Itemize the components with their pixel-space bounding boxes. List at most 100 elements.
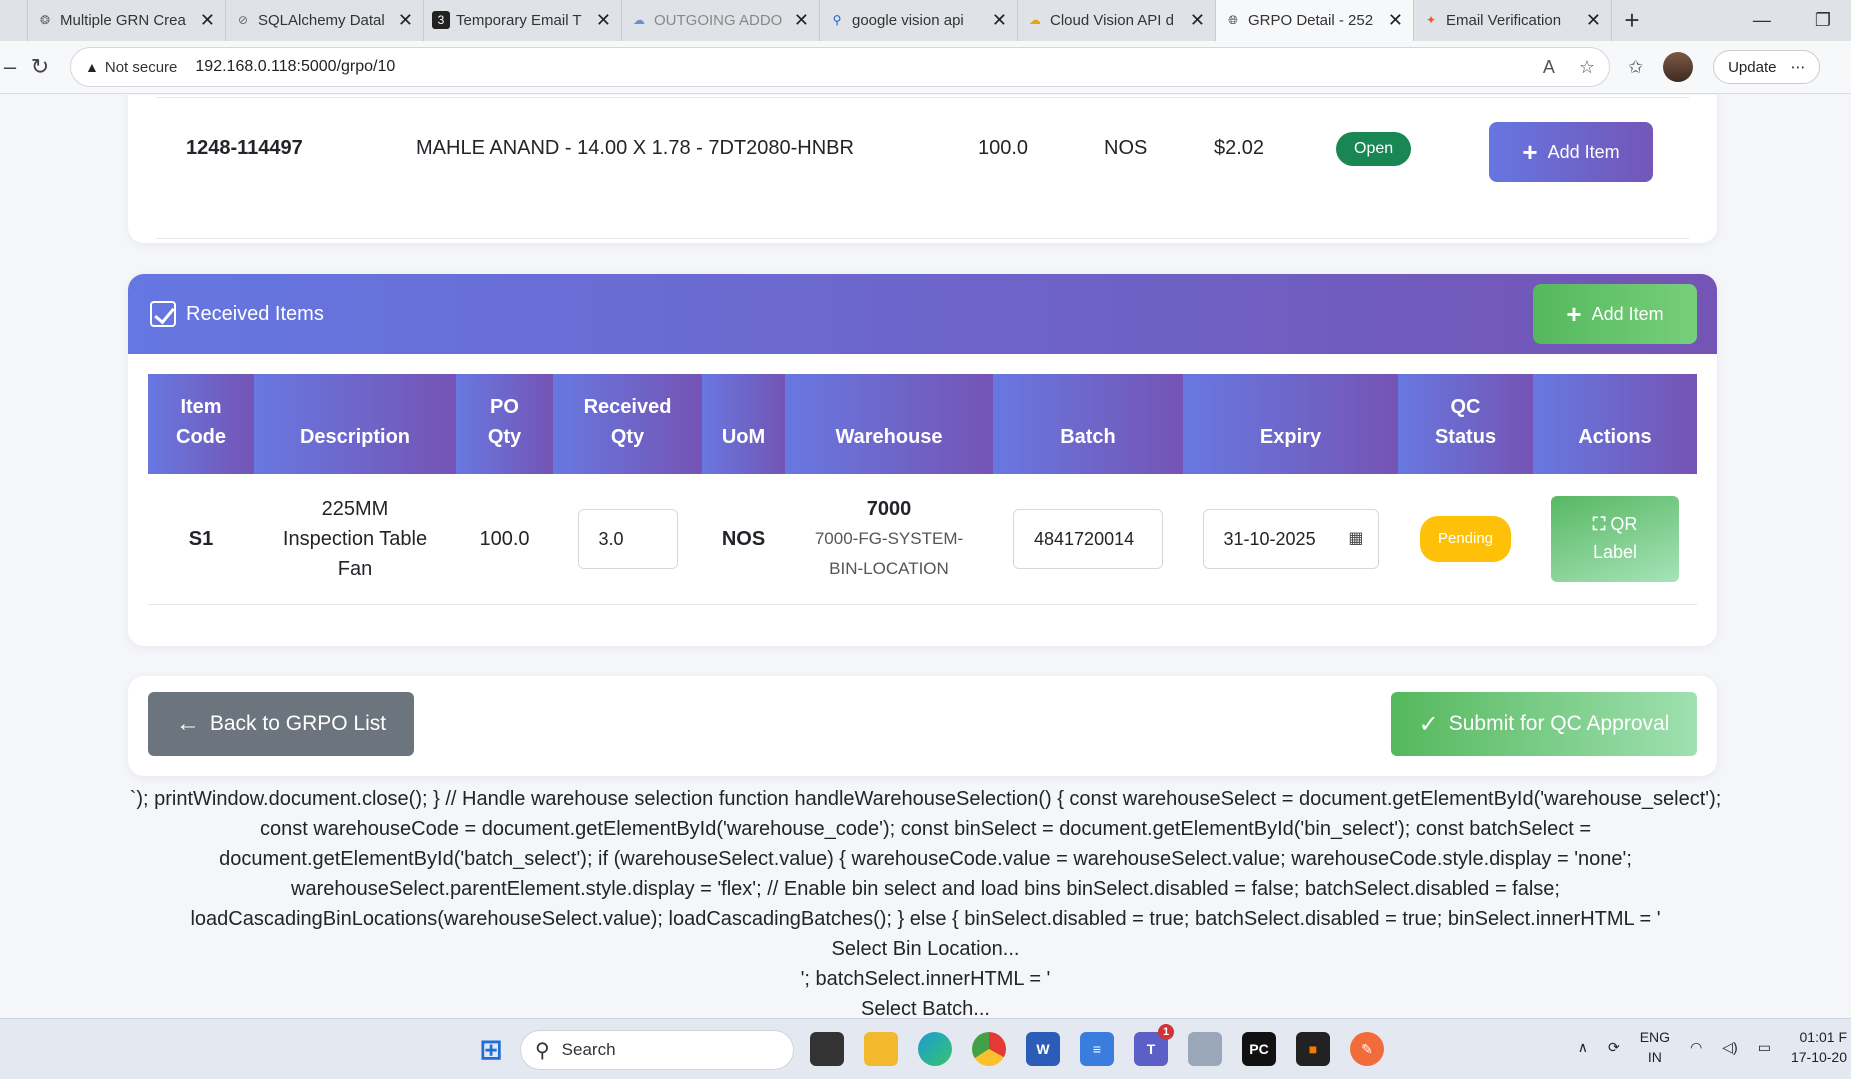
- tab-cloud-vision[interactable]: ☁ Cloud Vision API d ✕: [1018, 0, 1216, 41]
- cell-warehouse: 7000 7000-FG-SYSTEM- BIN-LOCATION: [785, 474, 993, 605]
- po-item-price: $2.02: [1214, 137, 1265, 159]
- chevron-up-icon[interactable]: ∧: [1578, 1039, 1588, 1056]
- cell-expiry: 31-10-2025 ▦: [1183, 474, 1398, 605]
- leaked-script-text: `); printWindow.document.close(); } // H…: [129, 788, 1722, 1018]
- tab-multiple-grn[interactable]: ❂ Multiple GRN Crea ✕: [28, 0, 226, 41]
- google-cloud-icon: ☁: [1029, 13, 1041, 27]
- tab-partial[interactable]: [0, 0, 28, 41]
- edge-icon[interactable]: [918, 1032, 952, 1066]
- tab-sqlalchemy[interactable]: ⊘ SQLAlchemy Datal ✕: [226, 0, 424, 41]
- tab-google-vision[interactable]: ⚲ google vision api ✕: [820, 0, 1018, 41]
- search-icon: ⚲: [535, 1039, 550, 1062]
- clock[interactable]: 01:01 F 17-10-20: [1791, 1027, 1851, 1067]
- cell-uom: NOS: [702, 474, 785, 605]
- close-icon[interactable]: ✕: [398, 10, 413, 31]
- received-items-card: Received Items + Add Item Item Code Descr…: [128, 274, 1717, 646]
- divider: [156, 238, 1689, 239]
- plus-icon: +: [1566, 298, 1582, 329]
- calendar-icon[interactable]: ▦: [1348, 510, 1363, 568]
- taskbar-search[interactable]: ⚲ Search: [520, 1030, 794, 1070]
- search-icon: ⚲: [832, 13, 842, 27]
- qr-label-button[interactable]: ⛶ QR Label: [1551, 495, 1679, 582]
- control-panel-icon[interactable]: [1188, 1032, 1222, 1066]
- restore-icon[interactable]: ❐: [1815, 10, 1831, 31]
- window-controls: — ❐: [1753, 10, 1851, 31]
- column-header-item-code: Item Code: [148, 374, 254, 474]
- word-icon[interactable]: W: [1026, 1032, 1060, 1066]
- pen-app-icon[interactable]: ✎: [1350, 1032, 1384, 1066]
- minimize-icon[interactable]: —: [1753, 10, 1771, 31]
- temp-email-icon: 3: [432, 11, 450, 29]
- update-button[interactable]: Update ⋯: [1713, 50, 1821, 84]
- read-aloud-icon[interactable]: A: [1543, 57, 1555, 78]
- close-icon[interactable]: ✕: [596, 10, 611, 31]
- column-header-po-qty: PO Qty: [456, 374, 553, 474]
- chrome-icon[interactable]: [972, 1032, 1006, 1066]
- volume-icon[interactable]: ◁): [1722, 1039, 1737, 1056]
- more-icon: ⋯: [1790, 59, 1806, 76]
- expiry-date-input[interactable]: 31-10-2025 ▦: [1202, 508, 1379, 569]
- po-item-qty: 100.0: [978, 137, 1029, 159]
- back-icon[interactable]: –: [0, 54, 20, 80]
- page-content: 1248-114497 MAHLE ANAND - 14.00 X 1.78 -…: [0, 95, 1851, 1018]
- app-icon[interactable]: ■: [1296, 1032, 1330, 1066]
- not-secure-label[interactable]: Not secure: [105, 59, 178, 76]
- new-tab-button[interactable]: +: [1612, 5, 1652, 36]
- plus-icon: +: [1522, 136, 1538, 167]
- tab-outgoing[interactable]: ☁ OUTGOING ADDO ✕: [622, 0, 820, 41]
- sqlalchemy-icon: ⊘: [237, 13, 249, 27]
- cell-received-qty: 3.0: [553, 474, 702, 605]
- windows-start-icon[interactable]: ⊞: [474, 1032, 508, 1066]
- sync-icon[interactable]: ⟳: [1608, 1039, 1620, 1056]
- wifi-icon[interactable]: ◠: [1690, 1039, 1702, 1056]
- po-item-uom: NOS: [1104, 137, 1148, 159]
- column-header-description: Description: [254, 374, 456, 474]
- tab-temp-email[interactable]: 3 Temporary Email T ✕: [424, 0, 622, 41]
- url-field[interactable]: ▲ Not secure 192.168.0.118:5000/grpo/10 …: [70, 47, 1610, 87]
- cell-batch: 4841720014: [993, 474, 1183, 605]
- column-header-expiry: Expiry: [1183, 374, 1398, 474]
- po-item-code: 1248-114497: [186, 137, 303, 159]
- close-icon[interactable]: ✕: [1388, 10, 1403, 31]
- battery-icon[interactable]: ▭: [1758, 1039, 1771, 1056]
- address-bar: – ↻ ▲ Not secure 192.168.0.118:5000/grpo…: [0, 41, 1851, 94]
- cell-description: 225MM Inspection Table Fan: [254, 474, 456, 605]
- cell-po-qty: 100.0: [456, 474, 553, 605]
- pycharm-icon[interactable]: PC: [1242, 1032, 1276, 1066]
- batch-input[interactable]: 4841720014: [1013, 508, 1163, 569]
- close-icon[interactable]: ✕: [1586, 10, 1601, 31]
- add-item-button[interactable]: + Add Item: [1489, 122, 1653, 182]
- form-actions-card: ← Back to GRPO List ✓ Submit for QC Appr…: [128, 676, 1717, 776]
- close-icon[interactable]: ✕: [200, 10, 215, 31]
- language-indicator[interactable]: ENG IN: [1640, 1027, 1670, 1067]
- windows-taskbar: ⊞ ⚲ Search W ≡ T 1 PC ■ ✎ ∧ ⟳ ENG IN ◠ ◁…: [0, 1018, 1851, 1079]
- task-view-icon[interactable]: [810, 1032, 844, 1066]
- file-explorer-icon[interactable]: [864, 1032, 898, 1066]
- teams-icon[interactable]: T 1: [1134, 1024, 1174, 1066]
- system-tray: ∧ ⟳ ENG IN ◠ ◁) ▭ 01:01 F 17-10-20: [1578, 1027, 1851, 1067]
- tab-email-verification[interactable]: ✦ Email Verification ✕: [1414, 0, 1612, 41]
- url-text[interactable]: 192.168.0.118:5000/grpo/10: [195, 58, 395, 76]
- po-item-description: MAHLE ANAND - 14.00 X 1.78 - 7DT2080-HNB…: [416, 137, 854, 159]
- refresh-icon[interactable]: ↻: [20, 54, 60, 80]
- back-to-grpo-list-button[interactable]: ← Back to GRPO List: [148, 692, 414, 756]
- column-header-qc-status: QC Status: [1398, 374, 1533, 474]
- received-qty-input[interactable]: 3.0: [577, 508, 678, 569]
- submit-qc-approval-button[interactable]: ✓ Submit for QC Approval: [1391, 692, 1697, 756]
- add-received-item-button[interactable]: + Add Item: [1533, 284, 1697, 344]
- notepad-icon[interactable]: ≡: [1080, 1032, 1114, 1066]
- tab-grpo-detail[interactable]: 🌐︎ GRPO Detail - 252 ✕: [1216, 0, 1414, 41]
- favorites-icon[interactable]: ✩: [1628, 57, 1643, 78]
- close-icon[interactable]: ✕: [794, 10, 809, 31]
- close-icon[interactable]: ✕: [992, 10, 1007, 31]
- cloud-icon: ☁: [633, 13, 645, 27]
- column-header-actions: Actions: [1533, 374, 1697, 474]
- column-header-received-qty: Received Qty: [553, 374, 702, 474]
- po-items-card: 1248-114497 MAHLE ANAND - 14.00 X 1.78 -…: [128, 95, 1717, 243]
- table-header-row: Item Code Description PO Qty Received Qty U…: [148, 374, 1697, 474]
- cell-actions: ⛶ QR Label: [1533, 474, 1697, 605]
- close-icon[interactable]: ✕: [1190, 10, 1205, 31]
- email-verify-icon: ✦: [1425, 13, 1437, 27]
- favorite-star-icon[interactable]: ☆: [1579, 57, 1595, 78]
- avatar[interactable]: [1663, 52, 1694, 82]
